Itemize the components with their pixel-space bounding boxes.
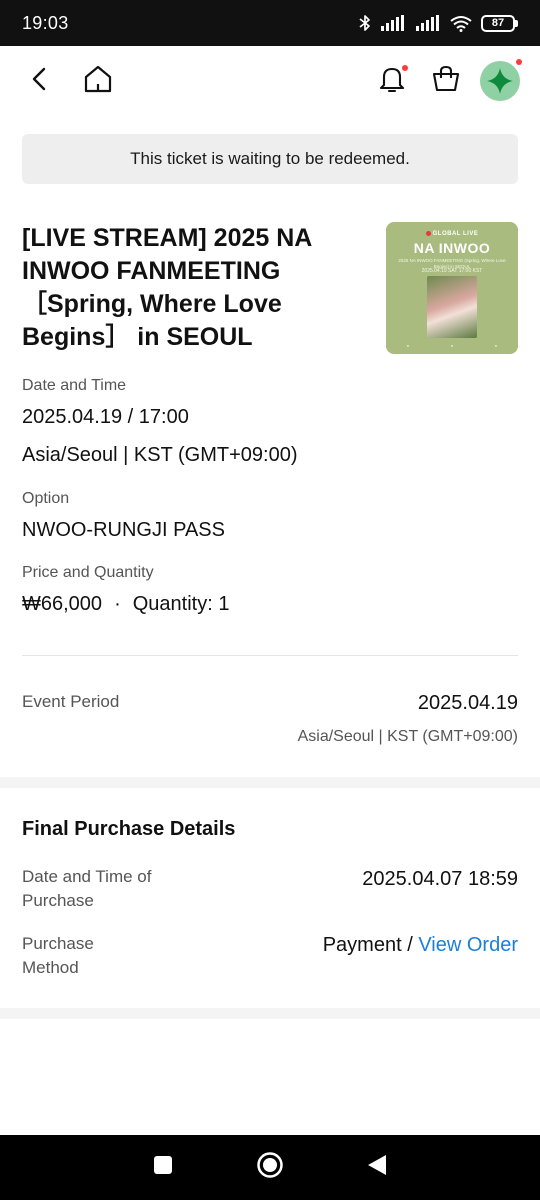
wifi-icon [450,15,472,32]
notifications-button[interactable] [372,61,412,101]
event-period-date: 2025.04.19 [417,692,518,714]
divider [22,655,518,656]
poster-date: 2025.04.19 SAT 17:00 KST [421,268,483,274]
purchase-method-label: Purchase Method [22,934,94,977]
signal-icon [415,15,441,31]
poster-photo [427,276,477,338]
app-bar [0,46,540,116]
purchase-section-title: Final Purchase Details [22,818,236,840]
purchase-method-separator: / [401,934,419,956]
bluetooth-icon [359,14,371,32]
purchase-date-value: 2025.04.07 18:59 [362,868,518,890]
status-bar: 19:03 87 [0,0,540,46]
event-period-timezone: Asia/Seoul | KST (GMT+09:00) [297,728,518,745]
shopping-bag-icon [431,64,461,99]
price-separator: · [114,593,121,615]
option-value: NWOO-RUNGJI PASS [22,519,225,541]
system-nav-bar [0,1135,540,1200]
recent-apps-button[interactable] [143,1148,183,1188]
home-button[interactable] [78,61,118,101]
date-time-label: Date and Time [22,377,127,394]
back-button[interactable] [20,61,60,101]
date-time-value: 2025.04.19 / 17:00 [22,406,189,428]
poster-footer: ● ● ● [406,343,498,348]
timezone-value: Asia/Seoul | KST (GMT+09:00) [22,444,298,466]
poster-badge: GLOBAL LIVE [386,231,518,237]
price-quantity-label: Price and Quantity [22,564,154,581]
price-quantity-row: ₩66,000 · Quantity: 1 [22,593,229,616]
option-label: Option [22,490,70,507]
view-order-link[interactable]: View Order [418,934,518,956]
signal-icon [380,15,406,31]
price-value: ₩66,000 [22,593,103,615]
home-icon [83,65,113,98]
status-icons: 87 [359,14,518,32]
back-triangle-icon [366,1153,388,1182]
event-period-label: Event Period [22,692,120,711]
poster-name: NA INWOO [413,240,491,256]
battery-icon: 87 [481,14,518,32]
profile-badge [516,59,522,65]
home-circle-icon [256,1151,284,1184]
section-divider [0,777,540,788]
event-poster[interactable]: GLOBAL LIVE NA INWOO 2025 NA INWOO FANME… [386,222,518,354]
notification-badge [402,65,408,71]
profile-avatar-icon [480,61,520,101]
status-time: 19:03 [22,12,69,33]
profile-button[interactable] [480,59,522,101]
section-divider [0,1008,540,1019]
back-arrow-icon [30,66,50,97]
battery-level: 87 [481,14,515,32]
system-home-button[interactable] [250,1148,290,1188]
purchase-method-value: Payment [322,934,402,956]
recent-apps-icon [152,1154,174,1181]
purchase-method-row: Payment / View Order [323,934,518,957]
cart-button[interactable] [426,61,466,101]
event-title: [LIVE STREAM] 2025 NA INWOO FANMEETING ［… [22,224,312,351]
system-back-button[interactable] [357,1148,397,1188]
quantity-value: Quantity: 1 [132,593,230,615]
purchase-date-label: Date and Time of Purchase [22,867,152,910]
redeem-status-banner: This ticket is waiting to be redeemed. [22,134,518,184]
